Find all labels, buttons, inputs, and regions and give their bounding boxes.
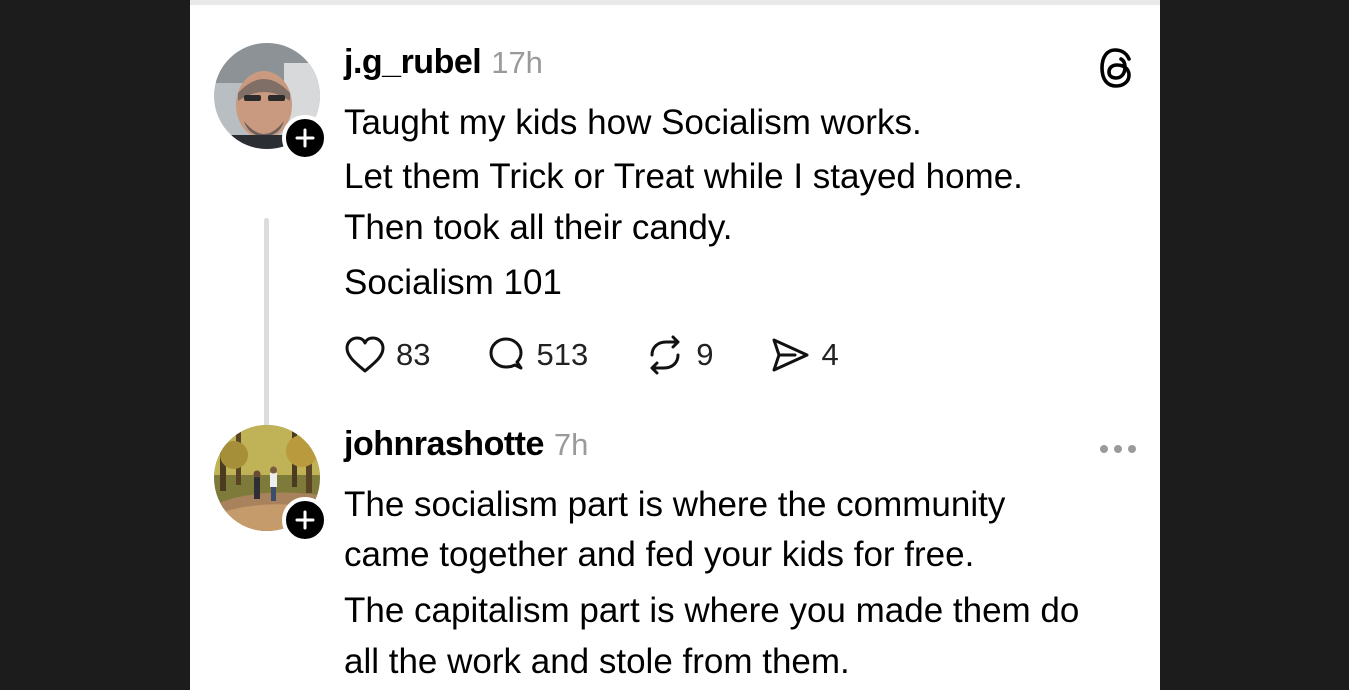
share-button[interactable]: 4 xyxy=(769,336,839,374)
post-text-line: all the work and stole from them. xyxy=(344,642,850,681)
post-text-line: The capitalism part is where you made th… xyxy=(344,591,1080,630)
like-button[interactable]: 83 xyxy=(344,336,430,374)
plus-icon xyxy=(295,510,315,530)
post-text-line: came together and fed your kids for free… xyxy=(344,535,975,574)
username[interactable]: johnrashotte xyxy=(344,425,544,464)
repost-button[interactable]: 9 xyxy=(644,335,713,375)
post-text-line: Socialism 101 xyxy=(344,263,562,302)
post-text-line: The socialism part is where the communit… xyxy=(344,485,1006,524)
follow-button[interactable] xyxy=(282,115,328,161)
repost-count: 9 xyxy=(696,337,714,372)
comment-icon xyxy=(489,337,523,370)
threads-logo-icon xyxy=(1098,47,1136,94)
plus-icon xyxy=(295,128,315,148)
share-icon xyxy=(772,338,809,372)
username[interactable]: j.g_rubel xyxy=(344,43,482,82)
timestamp: 17h xyxy=(491,45,543,80)
repost-icon xyxy=(650,335,680,375)
post-content: j.g_rubel 17h Taught my kids how Sociali… xyxy=(344,43,1136,375)
reply-count: 513 xyxy=(536,337,589,372)
heart-icon xyxy=(345,336,385,373)
post-text-line: Taught my kids how Socialism works. xyxy=(344,103,922,142)
timestamp: 7h xyxy=(553,427,589,462)
post-text-line: Then took all their candy. xyxy=(344,208,733,247)
more-options-icon[interactable] xyxy=(1100,429,1136,453)
dot xyxy=(1100,445,1108,453)
post-header: j.g_rubel 17h xyxy=(344,43,1136,91)
thread-card: j.g_rubel 17h Taught my kids how Sociali… xyxy=(190,0,1160,690)
post-content: johnrashotte 7h The socialism part is wh… xyxy=(344,425,1136,681)
dot xyxy=(1128,445,1136,453)
post-actions: 83 513 9 4 xyxy=(344,335,895,375)
post-text-line: Let them Trick or Treat while I stayed h… xyxy=(344,157,1023,196)
post-header: johnrashotte 7h xyxy=(344,425,1136,473)
follow-button[interactable] xyxy=(282,497,328,543)
like-count: 83 xyxy=(396,337,431,372)
thread-connector xyxy=(264,218,269,451)
share-count: 4 xyxy=(821,337,839,372)
reply-button[interactable]: 513 xyxy=(486,335,588,375)
dot xyxy=(1114,445,1122,453)
